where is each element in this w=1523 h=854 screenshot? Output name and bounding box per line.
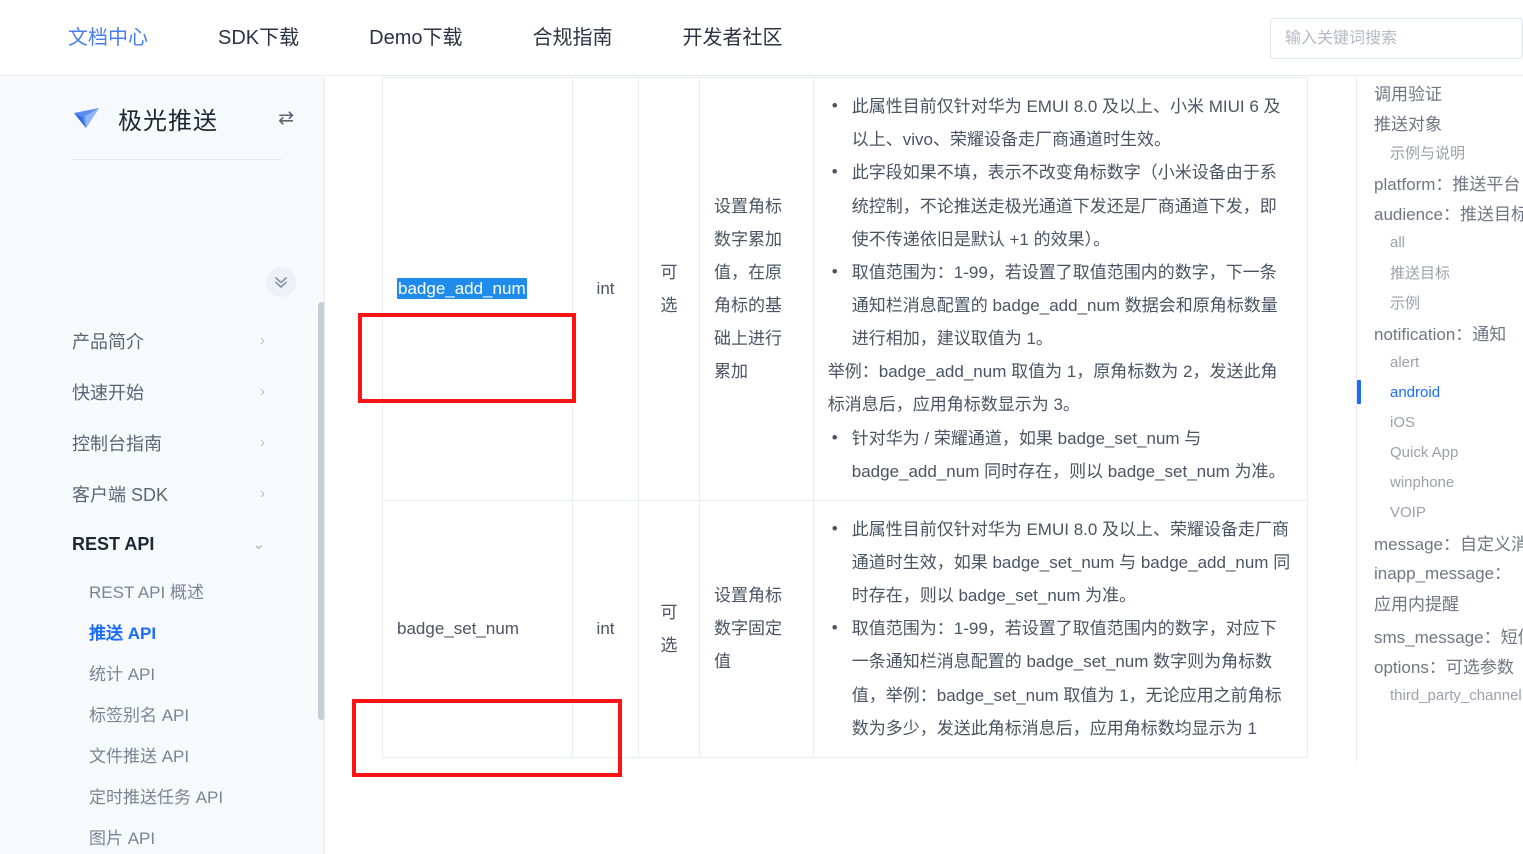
sidebar-subitem-5[interactable]: 定时推送任务 API: [0, 775, 324, 816]
toc-item-17[interactable]: sms_message：短信: [1357, 620, 1523, 650]
chevron-right-icon: ›: [260, 485, 265, 502]
toc-item-0[interactable]: 调用验证: [1357, 77, 1523, 107]
chevron-right-icon: ›: [260, 332, 265, 349]
toc-item-2[interactable]: 示例与说明: [1357, 137, 1523, 167]
toc-item-14[interactable]: VOIP: [1357, 497, 1523, 527]
toc-item-11[interactable]: iOS: [1357, 407, 1523, 437]
param-description-cell: 此属性目前仅针对华为 EMUI 8.0 及以上、荣耀设备走厂商通道时生效，如果 …: [812, 499, 1309, 758]
description-bullet: 取值范围为：1-99，若设置了取值范围内的数字，对应下一条通知栏消息配置的 ba…: [828, 611, 1293, 745]
chevron-right-icon: ›: [260, 434, 265, 451]
toc-item-16[interactable]: inapp_message：应用内提醒: [1357, 557, 1523, 620]
brand-header[interactable]: 极光推送 ⇄: [0, 77, 324, 159]
toc-item-5[interactable]: all: [1357, 227, 1523, 257]
left-sidebar: 极光推送 ⇄ 产品简介 › 快速开始 › 控制台指南 › 客户端 SDK › REST API ⌄…: [0, 77, 325, 854]
brand-title: 极光推送: [118, 107, 218, 135]
table-of-contents: 调用验证 推送对象 示例与说明 platform：推送平台 audience：推送目标 a…: [1356, 77, 1523, 761]
sidebar-item-4[interactable]: REST API ⌄: [0, 519, 324, 570]
top-navigation-bar: 文档中心 SDK下载 Demo下载 合规指南 开发者社区: [0, 0, 1523, 76]
toc-item-3[interactable]: platform：推送平台: [1357, 167, 1523, 197]
description-bullet: 针对华为 / 荣耀通道，如果 badge_set_num 与 badge_add…: [828, 421, 1293, 488]
chevron-down-icon: ⌄: [252, 536, 265, 553]
sidebar-subitem-3[interactable]: 标签别名 API: [0, 693, 324, 734]
sidebar-item-label: 快速开始: [72, 382, 144, 403]
topnav-item-1[interactable]: SDK下载: [218, 0, 299, 76]
param-name-cell: badge_set_num: [381, 499, 574, 758]
param-meaning-cell: 设置角标数字累加值，在原角标的基础上进行累加: [699, 77, 814, 501]
sidebar-subitem-6[interactable]: 图片 API: [0, 816, 324, 854]
sidebar-subitem-2[interactable]: 统计 API: [0, 652, 324, 693]
table-row: badge_set_num int可选设置角标数字固定值此属性目前仅针对华为 EM…: [381, 499, 1309, 758]
sidebar-subitem-0[interactable]: REST API 概述: [0, 570, 324, 611]
topnav-item-3[interactable]: 合规指南: [532, 0, 612, 76]
sidebar-item-label: 客户端 SDK: [72, 484, 169, 505]
toc-item-18[interactable]: options：可选参数: [1357, 650, 1523, 680]
param-name-cell: badge_add_num: [381, 77, 574, 501]
sidebar-divider: [72, 159, 282, 160]
param-name[interactable]: badge_add_num: [397, 278, 527, 300]
description-paragraph: 举例：badge_add_num 取值为 1，原角标数为 2，发送此角标消息后，…: [827, 362, 1278, 415]
sidebar-item-2[interactable]: 控制台指南 ›: [0, 417, 324, 468]
param-required-cell: 可选: [637, 499, 701, 758]
topnav-item-4[interactable]: 开发者社区: [682, 0, 782, 76]
param-description-cell: 此属性目前仅针对华为 EMUI 8.0 及以上、小米 MIUI 6 及以上、vi…: [812, 77, 1309, 501]
toc-item-12[interactable]: Quick App: [1357, 437, 1523, 467]
param-required-cell: 可选: [637, 77, 701, 501]
param-type-cell: int: [572, 499, 639, 758]
topnav-item-0[interactable]: 文档中心: [68, 0, 148, 76]
sidebar-subitem-1[interactable]: 推送 API: [0, 611, 324, 652]
description-bullet: 此属性目前仅针对华为 EMUI 8.0 及以上、荣耀设备走厂商通道时生效，如果 …: [828, 512, 1293, 612]
sidebar-subitem-4[interactable]: 文件推送 API: [0, 734, 324, 775]
parameter-table: intent 字段即可，但若需兼容旧版 SDK 必须填写该字段badge_add…: [381, 77, 1309, 758]
page-root: 文档中心SDK下载Demo下载合规指南开发者社区 极光推送 ⇄ 产品简: [0, 0, 1523, 854]
toc-item-10[interactable]: android: [1357, 377, 1523, 407]
double-chevron-down-icon[interactable]: [266, 267, 296, 297]
search-input[interactable]: [1270, 18, 1523, 59]
main-content: intent 字段即可，但若需兼容旧版 SDK 必须填写该字段badge_add…: [326, 77, 1355, 854]
toc-item-1[interactable]: 推送对象: [1357, 107, 1523, 137]
param-name[interactable]: badge_set_num: [397, 619, 519, 638]
toc-item-19[interactable]: third_party_channel: [1357, 680, 1523, 710]
toc-item-15[interactable]: message：自定义消息: [1357, 527, 1523, 557]
toc-item-7[interactable]: 示例: [1357, 287, 1523, 317]
toc-item-8[interactable]: notification：通知: [1357, 317, 1523, 347]
topnav-item-2[interactable]: Demo下载: [369, 0, 462, 76]
search-box[interactable]: [1270, 18, 1523, 59]
swap-icon[interactable]: ⇄: [278, 109, 294, 128]
sidebar-item-3[interactable]: 客户端 SDK ›: [0, 468, 324, 519]
sidebar-scrollbar[interactable]: [318, 302, 324, 720]
sidebar-item-0[interactable]: 产品简介 ›: [0, 315, 324, 366]
chevron-right-icon: ›: [260, 383, 265, 400]
sidebar-nav: 产品简介 › 快速开始 › 控制台指南 › 客户端 SDK › REST API ⌄ REST AP…: [0, 315, 324, 854]
description-bullet: 此属性目前仅针对华为 EMUI 8.0 及以上、小米 MIUI 6 及以上、vi…: [828, 89, 1293, 156]
param-meaning-cell: 设置角标数字固定值: [699, 499, 814, 758]
toc-item-6[interactable]: 推送目标: [1357, 257, 1523, 287]
jpush-logo-icon: [72, 104, 102, 132]
sidebar-item-1[interactable]: 快速开始 ›: [0, 366, 324, 417]
toc-item-13[interactable]: winphone: [1357, 467, 1523, 497]
param-type-cell: int: [572, 77, 639, 501]
table-row: badge_add_num int 可选 设置角标数字累加值，在原角标的基础上进行累加…: [381, 77, 1309, 501]
toc-item-9[interactable]: alert: [1357, 347, 1523, 377]
top-nav-items: 文档中心 SDK下载 Demo下载 合规指南 开发者社区: [68, 0, 852, 76]
sidebar-item-label: 产品简介: [72, 331, 144, 352]
description-bullet: 此字段如果不填，表示不改变角标数字（小米设备由于系统控制，不论推送走极光通道下发…: [828, 155, 1293, 255]
sidebar-item-label: 控制台指南: [72, 433, 162, 454]
toc-item-4[interactable]: audience：推送目标: [1357, 197, 1523, 227]
description-bullet: 取值范围为：1-99，若设置了取值范围内的数字，下一条通知栏消息配置的 badg…: [828, 255, 1293, 355]
sidebar-item-label: REST API: [72, 534, 155, 554]
